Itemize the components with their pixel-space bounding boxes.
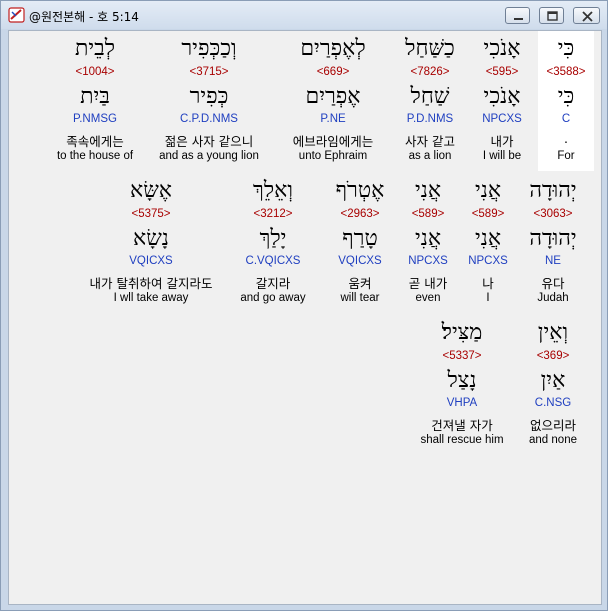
morphology: VQICXS (129, 255, 173, 267)
morphology: P.NE (320, 113, 346, 125)
lemma: בַּיִת (80, 84, 110, 109)
hebrew-word: וְאֵלֵךְ (253, 178, 293, 203)
lemma: אַיִן (540, 368, 566, 393)
english-gloss: and go away (240, 292, 306, 304)
strong-number[interactable]: <5337> (414, 350, 510, 362)
lemma: טָרַף (342, 226, 378, 251)
hebrew-word: לְאֶפְרַיִם (300, 36, 366, 61)
english-gloss: shall rescue him (420, 434, 504, 446)
korean-gloss: 족속에게는 (66, 134, 124, 149)
hebrew-word: וְאֵין (537, 320, 569, 345)
window-title: @원전본해 - 호 5:14 (29, 10, 139, 24)
minimize-button[interactable] (505, 7, 530, 24)
morphology: C.NSG (534, 397, 572, 409)
hebrew-word: מַצִּיל׃ (441, 320, 483, 345)
lemma: שַׁחַל (410, 84, 450, 109)
minimize-icon (514, 18, 523, 20)
morphology: C.P.D.NMS (180, 113, 238, 125)
morphology: VQICXS (338, 255, 382, 267)
maximize-icon (547, 11, 558, 21)
strong-number[interactable]: <3715> (161, 66, 257, 78)
strong-number[interactable]: <669> (285, 66, 381, 78)
korean-gloss: 건져낼 자가 (431, 418, 493, 433)
morphology: P.D.NMS (406, 113, 454, 125)
app-logo-icon (8, 7, 25, 23)
english-gloss: and as a young lion (159, 150, 259, 162)
morphology: P.NMSG (73, 113, 117, 125)
close-icon (582, 11, 593, 22)
lemma: כְּפִיר (189, 84, 229, 109)
korean-gloss: 에브라임에게는 (292, 134, 374, 149)
title-bar[interactable]: @원전본해 - 호 5:14 (1, 1, 607, 29)
lemma: נָשָׂא (133, 226, 169, 251)
app-window: @원전본해 - 호 5:14 כִּי <3588> כִּי C . For … (0, 0, 608, 611)
english-gloss: I wll take away (113, 292, 189, 304)
strong-number[interactable]: <7826> (382, 66, 478, 78)
close-button[interactable] (573, 7, 600, 24)
strong-number[interactable]: <1004> (47, 66, 143, 78)
hebrew-word: לְבֵית (74, 36, 116, 61)
english-gloss: unto Ephraim (298, 150, 368, 162)
english-gloss: to the house of (56, 150, 134, 162)
lemma: אֶפְרַיִם (305, 84, 361, 109)
strong-number[interactable]: <5375> (103, 208, 199, 220)
strong-number[interactable]: <369> (505, 350, 601, 362)
maximize-button[interactable] (539, 7, 564, 24)
lemma: נָצַל (447, 368, 477, 393)
morphology: C.VQICXS (245, 255, 301, 267)
hebrew-word: אֶשָּׂא (130, 178, 172, 203)
strong-number[interactable]: <3212> (225, 208, 321, 220)
korean-gloss: 내가 탈취하여 갈지라도 (89, 276, 213, 291)
strong-number[interactable]: <2963> (312, 208, 408, 220)
hebrew-word: וְכַכְּפִיר (181, 36, 237, 61)
morphology: VHPA (446, 397, 478, 409)
lemma: יָלַךְ (259, 226, 287, 251)
hebrew-word: אֶטְרֹף (335, 178, 385, 203)
korean-gloss: 젊은 사자 같으니 (164, 134, 254, 149)
interlinear-view[interactable]: כִּי <3588> כִּי C . For אָנֹכִי <595> א… (8, 30, 602, 605)
hebrew-word: כַשַּׁחַל (405, 36, 455, 61)
